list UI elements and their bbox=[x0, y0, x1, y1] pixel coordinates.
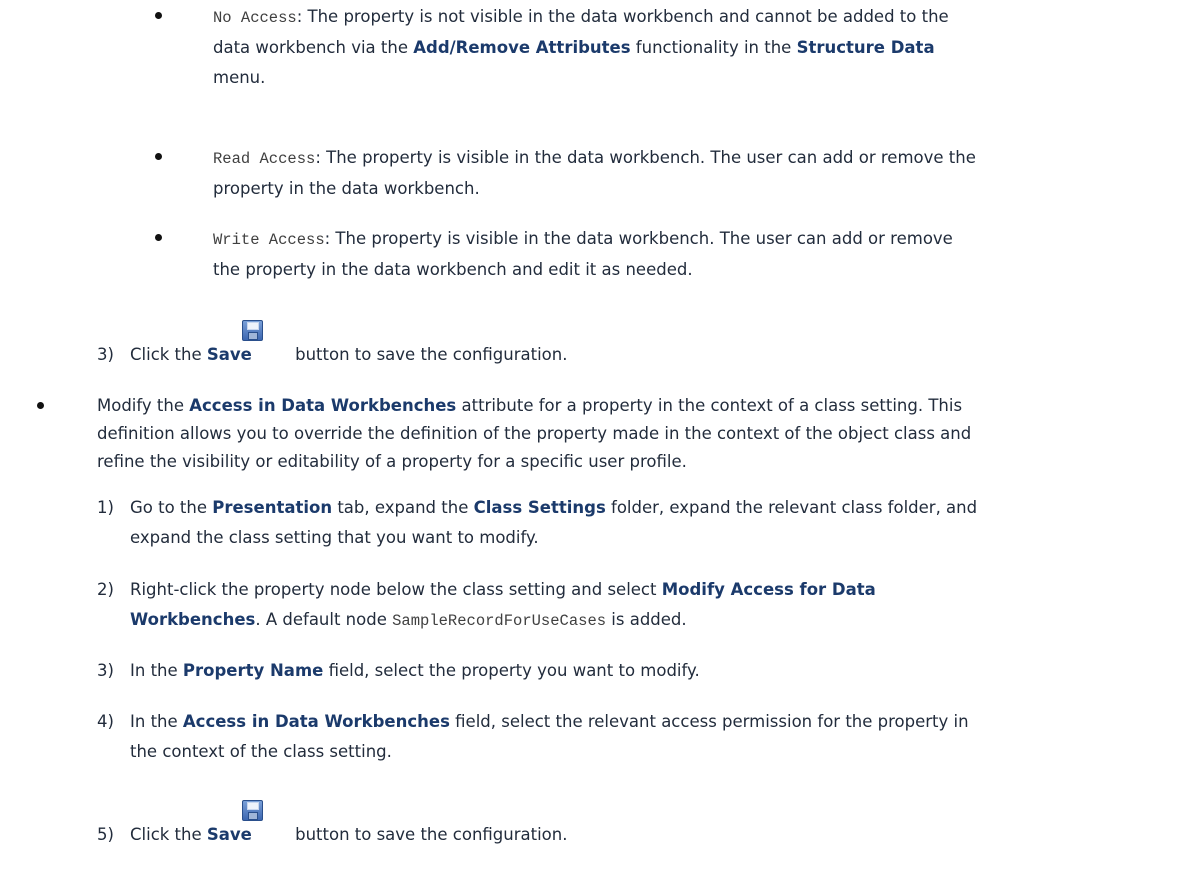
save-icon[interactable] bbox=[242, 320, 263, 341]
code-read-access: Read Access bbox=[213, 150, 316, 168]
step-3-text: In the Property Name field, select the p… bbox=[130, 661, 700, 680]
bullet-icon bbox=[37, 402, 44, 409]
step-1-text: Go to the Presentation tab, expand the C… bbox=[130, 498, 978, 547]
code-write-access: Write Access bbox=[213, 231, 325, 249]
access-item-no-access: No Access: The property is not visible i… bbox=[213, 7, 949, 87]
step-number: 3) bbox=[97, 345, 114, 364]
main-bullet-text: Modify the Access in Data Workbenches at… bbox=[97, 396, 972, 471]
step-number: 2) bbox=[97, 580, 114, 599]
step-number: 1) bbox=[97, 498, 114, 517]
access-item-read-access: Read Access: The property is visible in … bbox=[213, 148, 976, 198]
save-step-bottom: Click the Save button to save the config… bbox=[130, 800, 930, 850]
step-number: 3) bbox=[97, 661, 114, 680]
bullet-icon bbox=[155, 153, 162, 160]
code-no-access: No Access bbox=[213, 9, 297, 27]
step-number: 4) bbox=[97, 712, 114, 731]
bullet-icon bbox=[155, 12, 162, 19]
step-number: 5) bbox=[97, 825, 114, 844]
access-item-write-access: Write Access: The property is visible in… bbox=[213, 229, 953, 279]
save-step-top: Click the Save button to save the config… bbox=[130, 320, 930, 370]
step-2-text: Right-click the property node below the … bbox=[130, 580, 876, 630]
code-sample-node: SampleRecordForUseCases bbox=[392, 612, 607, 630]
bullet-icon bbox=[155, 234, 162, 241]
save-icon[interactable] bbox=[242, 800, 263, 821]
step-4-text: In the Access in Data Workbenches field,… bbox=[130, 712, 969, 761]
